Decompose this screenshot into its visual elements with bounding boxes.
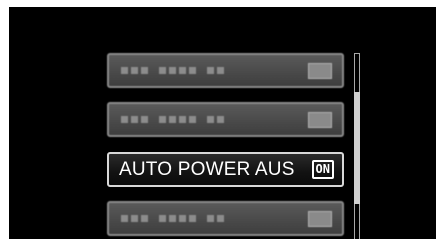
menu-item-1[interactable] <box>107 53 344 88</box>
toggle-icon <box>308 112 332 128</box>
dimmed-label-placeholder <box>121 67 224 74</box>
dimmed-label-placeholder <box>121 215 224 222</box>
toggle-icon <box>308 63 332 79</box>
dimmed-label-placeholder <box>121 116 224 123</box>
on-badge: ON <box>311 160 334 179</box>
menu-item-label: AUTO POWER AUS <box>119 159 295 180</box>
toggle-icon <box>308 211 332 227</box>
camera-menu-screen: AUTO POWER AUS ON <box>9 7 436 239</box>
menu-item-auto-power-off[interactable]: AUTO POWER AUS ON <box>107 152 344 187</box>
scrollbar[interactable] <box>354 53 360 239</box>
menu-item-2[interactable] <box>107 102 344 137</box>
scrollbar-thumb[interactable] <box>354 92 360 204</box>
menu-item-4[interactable] <box>107 201 344 236</box>
